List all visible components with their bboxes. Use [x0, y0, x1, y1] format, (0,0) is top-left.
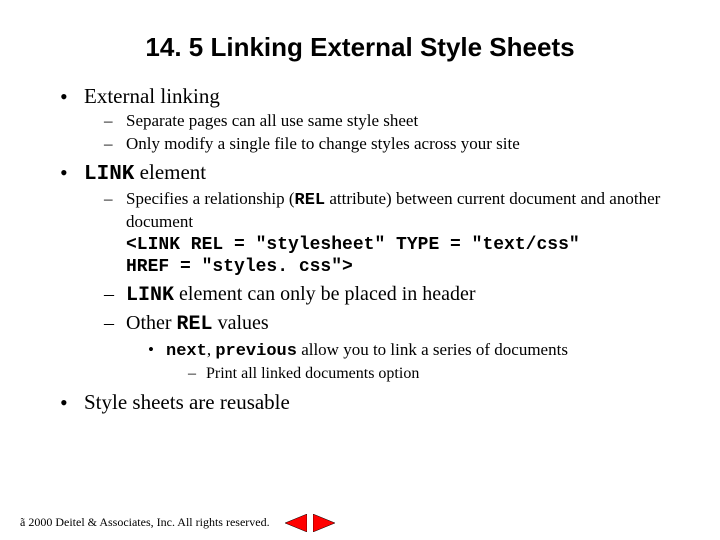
text-header-only: element can only be placed in header — [174, 283, 476, 305]
text-other-a: Other — [126, 312, 177, 334]
code-next-keyword: next — [166, 342, 207, 361]
dash-link-header-only: LINK element can only be placed in heade… — [104, 282, 690, 308]
dash-print-linked-docs: Print all linked documents option — [188, 364, 690, 383]
text-element-suffix: element — [134, 160, 206, 184]
bullet-next-previous: next, previous allow you to link a serie… — [148, 340, 690, 362]
dash-separate-pages: Separate pages can all use same style sh… — [104, 111, 690, 131]
code-line-1: <LINK REL = "stylesheet" TYPE = "text/cs… — [126, 234, 690, 257]
text-other-b: values — [213, 312, 269, 334]
code-rel-keyword-2: REL — [177, 313, 213, 336]
slide-nav — [285, 514, 335, 532]
bullet-link-element: LINK element — [60, 160, 690, 187]
code-rel-keyword-1: REL — [295, 191, 326, 210]
code-sample: <LINK REL = "stylesheet" TYPE = "text/cs… — [104, 234, 690, 279]
text-specifies-a: Specifies a relationship ( — [126, 189, 295, 208]
code-line-2: HREF = "styles. css"> — [126, 256, 690, 279]
dash-specifies-relationship: Specifies a relationship (REL attribute)… — [104, 189, 690, 232]
code-link-keyword: LINK — [84, 163, 134, 186]
code-link-keyword-2: LINK — [126, 284, 174, 307]
next-slide-icon[interactable] — [313, 514, 335, 532]
bullet-reusable: Style sheets are reusable — [60, 390, 690, 415]
slide: 14. 5 Linking External Style Sheets Exte… — [0, 0, 720, 540]
bullet-external-linking: External linking — [60, 84, 690, 109]
prev-slide-icon[interactable] — [285, 514, 307, 532]
dash-modify-single-file: Only modify a single file to change styl… — [104, 134, 690, 154]
code-previous-keyword: previous — [215, 342, 297, 361]
slide-title: 14. 5 Linking External Style Sheets — [0, 32, 720, 63]
text-link-series: allow you to link a series of documents — [297, 340, 568, 359]
slide-content: External linking Separate pages can all … — [60, 78, 690, 417]
copyright-footer: ã 2000 Deitel & Associates, Inc. All rig… — [20, 515, 270, 530]
dash-other-rel-values: Other REL values — [104, 311, 690, 337]
